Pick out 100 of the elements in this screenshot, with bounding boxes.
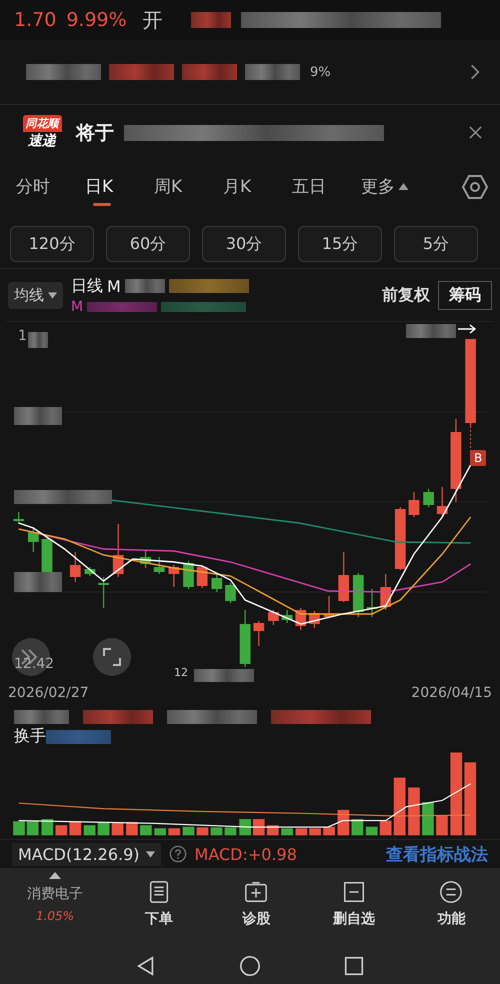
volume-bar bbox=[239, 819, 251, 836]
interval-button[interactable]: 60分 bbox=[106, 226, 190, 262]
period-tab[interactable]: 周K bbox=[154, 174, 223, 206]
volume-bar bbox=[182, 826, 194, 836]
period-tab[interactable]: 日K bbox=[85, 174, 154, 206]
line-label: 日线 bbox=[71, 276, 103, 296]
help-icon[interactable] bbox=[168, 845, 187, 863]
candlestick bbox=[168, 565, 180, 587]
candlestick bbox=[338, 552, 350, 602]
candlestick bbox=[394, 507, 406, 570]
volume-bar bbox=[126, 822, 138, 836]
pixelated-block bbox=[124, 279, 165, 293]
candlestick bbox=[423, 489, 434, 507]
volume-bar bbox=[266, 825, 279, 836]
volume-bar bbox=[69, 821, 82, 836]
candlestick bbox=[225, 583, 236, 603]
ma-dropdown[interactable]: 均线 bbox=[8, 282, 63, 308]
pixelated-block bbox=[14, 710, 69, 724]
pixelated-block bbox=[182, 64, 237, 80]
pixelated-block bbox=[28, 332, 48, 348]
action-button[interactable]: 下单 bbox=[110, 872, 208, 929]
fullscreen-button[interactable] bbox=[93, 638, 131, 676]
candlestick bbox=[196, 565, 208, 588]
action-button[interactable]: 诊股 bbox=[208, 872, 305, 929]
sector-name[interactable]: 消费电子 bbox=[27, 885, 83, 903]
candlestick bbox=[352, 573, 364, 617]
badge-subtitle: 速递 bbox=[28, 132, 56, 150]
candlestick bbox=[84, 567, 96, 576]
pixelated-block bbox=[194, 669, 254, 682]
volume-bar bbox=[338, 810, 350, 836]
candlestick bbox=[154, 557, 165, 574]
period-tab[interactable]: 分时 bbox=[16, 174, 85, 206]
period-tab[interactable]: 更多 bbox=[361, 174, 430, 206]
candlestick bbox=[366, 589, 378, 617]
chevron-right-icon[interactable] bbox=[470, 63, 480, 81]
home-icon[interactable] bbox=[239, 955, 261, 977]
pixelated-block bbox=[87, 302, 158, 312]
pixelated-block bbox=[14, 407, 62, 425]
macd-value: MACD:+0.98 bbox=[194, 844, 297, 864]
news-headline[interactable]: 将于 bbox=[76, 120, 114, 146]
volume-bar bbox=[408, 787, 420, 836]
interval-button[interactable]: 30分 bbox=[202, 226, 286, 262]
pixelated-block bbox=[109, 64, 174, 80]
volume-bar bbox=[196, 827, 208, 836]
caret-down-icon bbox=[48, 292, 57, 298]
volume-bar bbox=[380, 820, 392, 836]
end-date: 2026/04/15 bbox=[411, 685, 492, 701]
pixelated-block bbox=[46, 730, 111, 744]
candlestick bbox=[324, 596, 334, 618]
indicator-dropdown[interactable]: MACD(12.26.9) bbox=[12, 842, 161, 866]
interval-button[interactable]: 5分 bbox=[394, 226, 478, 262]
candlestick bbox=[112, 524, 124, 577]
candlestick bbox=[70, 552, 81, 582]
pixelated-block bbox=[14, 572, 62, 592]
volume-bar bbox=[41, 819, 54, 836]
caret-up-icon bbox=[398, 182, 409, 190]
chips-button[interactable]: 筹码 bbox=[438, 280, 492, 310]
adjust-mode[interactable]: 前复权 bbox=[382, 284, 430, 306]
recents-icon[interactable] bbox=[343, 955, 365, 977]
open-label: 开 bbox=[142, 6, 163, 34]
volume-bar bbox=[281, 828, 293, 836]
settings-icon[interactable] bbox=[462, 174, 488, 200]
candlestick bbox=[282, 610, 292, 623]
candlestick bbox=[98, 577, 109, 608]
pixelated-block bbox=[245, 64, 300, 80]
interval-button[interactable]: 120分 bbox=[10, 226, 94, 262]
arrow-right-icon bbox=[456, 324, 478, 334]
volume-bar bbox=[154, 828, 166, 836]
start-date: 2026/02/27 bbox=[8, 685, 89, 701]
candlestick bbox=[309, 611, 320, 628]
volume-bar bbox=[140, 825, 152, 836]
volume-bar bbox=[323, 826, 335, 836]
volume-bar bbox=[224, 827, 236, 836]
plus-box-icon bbox=[244, 880, 268, 904]
indicator-strategy-link[interactable]: 查看指标战法 bbox=[386, 842, 488, 866]
volume-bar bbox=[84, 825, 96, 836]
price: 1.70 bbox=[14, 9, 56, 31]
ma-label: M bbox=[107, 276, 121, 296]
volume-bar bbox=[352, 819, 364, 836]
volume-label: 换手 bbox=[14, 726, 46, 747]
candlestick bbox=[380, 574, 392, 610]
candlestick bbox=[268, 610, 279, 625]
menu-circle-icon bbox=[439, 880, 464, 904]
action-button[interactable]: 功能 bbox=[402, 872, 500, 929]
caret-down-icon bbox=[146, 850, 155, 858]
period-tab[interactable]: 五日 bbox=[292, 174, 361, 206]
period-tab[interactable]: 月K bbox=[223, 174, 292, 206]
action-button[interactable]: 删自选 bbox=[305, 872, 402, 929]
close-icon[interactable] bbox=[469, 126, 482, 139]
pixelated-block bbox=[83, 710, 153, 724]
interval-button[interactable]: 15分 bbox=[298, 226, 382, 262]
candlestick bbox=[436, 487, 448, 516]
candlestick bbox=[295, 608, 306, 630]
badge-title: 同花顺 bbox=[22, 115, 62, 132]
pixelated-block bbox=[190, 12, 231, 28]
volume-bar bbox=[296, 828, 308, 836]
candlestick bbox=[28, 527, 39, 552]
percent-fragment: 9% bbox=[310, 64, 331, 80]
volume-bar bbox=[112, 822, 124, 836]
candlestick bbox=[211, 574, 222, 592]
